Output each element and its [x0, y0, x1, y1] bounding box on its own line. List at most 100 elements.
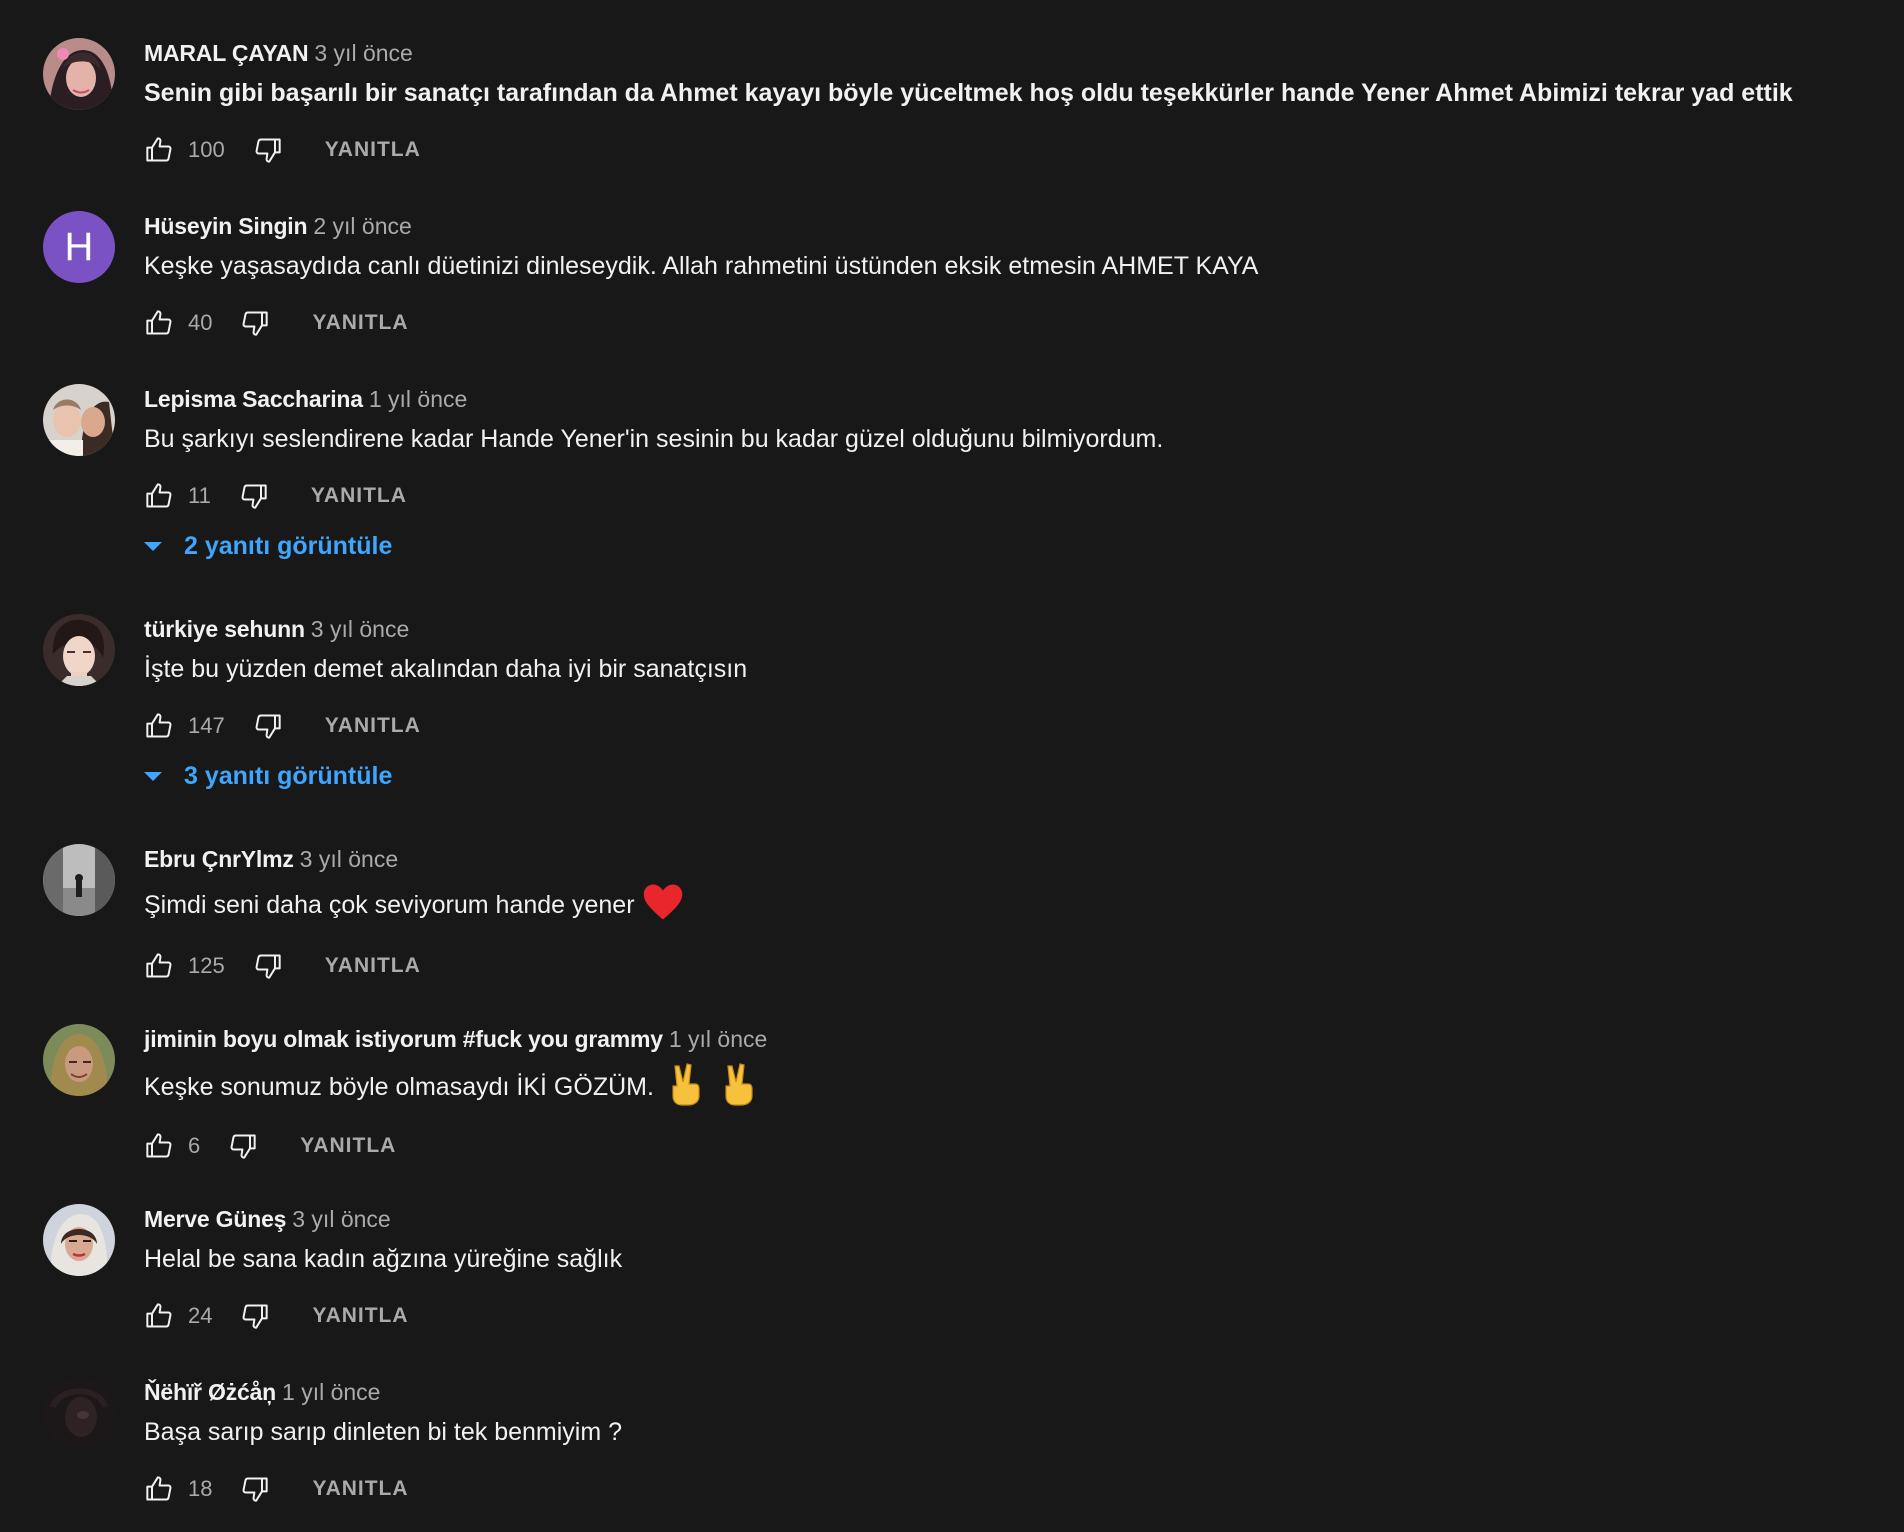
like-button[interactable] — [144, 481, 174, 511]
view-replies-button[interactable]: 3 yanıtı görüntüle — [140, 762, 392, 791]
avatar[interactable] — [43, 1024, 115, 1096]
thumbs-up-icon — [146, 483, 172, 508]
comment-text: Bu şarkıyı seslendirene kadar Hande Yene… — [144, 425, 1164, 453]
like-count: 40 — [188, 310, 213, 335]
reply-button[interactable]: YANITLA — [325, 954, 421, 978]
thumbs-up-icon — [146, 310, 172, 335]
dislike-button[interactable] — [240, 1301, 270, 1331]
comment-actions: 40 YANITLA — [144, 305, 409, 341]
comment-text: Helal be sana kadın ağzına yüreğine sağl… — [144, 1245, 623, 1273]
comment-time[interactable]: 3 yıl önce — [314, 40, 412, 66]
avatar-photo — [43, 1024, 115, 1096]
avatar-photo — [43, 38, 115, 110]
dislike-button[interactable] — [240, 308, 270, 338]
thumbs-up-icon — [146, 1476, 172, 1501]
like-count: 100 — [188, 137, 225, 162]
like-count: 125 — [188, 953, 225, 978]
comment-header: MARAL ÇAYAN 3 yıl önce — [144, 38, 413, 68]
avatar-photo — [43, 614, 115, 686]
author-name[interactable]: Ňëhïř Øżćåņ — [144, 1379, 276, 1405]
comment-text: İşte bu yüzden demet akalından daha iyi … — [144, 655, 748, 683]
dislike-button[interactable] — [253, 951, 283, 981]
comment-time[interactable]: 1 yıl önce — [669, 1026, 767, 1052]
thumbs-down-icon — [255, 138, 281, 163]
reply-button[interactable]: YANITLA — [312, 1477, 408, 1501]
like-count: 24 — [188, 1303, 213, 1328]
dislike-button[interactable] — [253, 711, 283, 741]
thumbs-down-icon — [243, 311, 269, 336]
dislike-button[interactable] — [253, 135, 283, 165]
avatar[interactable] — [43, 1377, 115, 1449]
like-count: 11 — [188, 483, 211, 508]
avatar[interactable]: H — [43, 211, 115, 283]
comment-time[interactable]: 1 yıl önce — [369, 386, 467, 412]
like-count: 147 — [188, 713, 225, 738]
avatar[interactable] — [43, 38, 115, 110]
thumbs-down-icon — [255, 954, 281, 979]
comment-time[interactable]: 3 yıl önce — [292, 1206, 390, 1232]
comment-text: Senin gibi başarılı bir sanatçı tarafınd… — [144, 79, 1793, 107]
view-replies-label: 2 yanıtı görüntüle — [184, 532, 393, 560]
author-name[interactable]: jiminin boyu olmak istiyorum #fuck you g… — [144, 1026, 663, 1052]
like-button[interactable] — [144, 1131, 174, 1161]
comment-actions: 11 YANITLA — [144, 478, 407, 514]
reply-button[interactable]: YANITLA — [325, 138, 421, 162]
comment-text: Şimdi seni daha çok seviyorum hande yene… — [144, 882, 684, 931]
avatar-photo — [43, 1204, 115, 1276]
dislike-button[interactable] — [240, 1474, 270, 1504]
reply-button[interactable]: YANITLA — [300, 1134, 396, 1158]
like-button[interactable] — [144, 308, 174, 338]
dislike-button[interactable] — [228, 1131, 258, 1161]
reply-button[interactable]: YANITLA — [312, 311, 408, 335]
comment-header: türkiye sehunn 3 yıl önce — [144, 614, 409, 644]
avatar[interactable] — [43, 384, 115, 456]
heart-emoji — [642, 882, 684, 931]
comment-time[interactable]: 3 yıl önce — [300, 846, 398, 872]
like-button[interactable] — [144, 135, 174, 165]
like-button[interactable] — [144, 1301, 174, 1331]
comment-text: Başa sarıp sarıp dinleten bi tek benmiyi… — [144, 1418, 623, 1446]
reply-button[interactable]: YANITLA — [325, 714, 421, 738]
avatar-letter: H — [64, 224, 94, 269]
comment-header: Ebru ÇnrYlmz 3 yıl önce — [144, 844, 398, 874]
comment-time[interactable]: 3 yıl önce — [311, 616, 409, 642]
like-button[interactable] — [144, 711, 174, 741]
comment-header: Merve Güneş 3 yıl önce — [144, 1204, 391, 1234]
comment-actions: 147 YANITLA — [144, 708, 421, 744]
author-name[interactable]: Ebru ÇnrYlmz — [144, 846, 294, 872]
dislike-button[interactable] — [239, 481, 269, 511]
author-name[interactable]: Hüseyin Singin — [144, 213, 308, 239]
like-count: 6 — [188, 1133, 201, 1158]
comment-actions: 24 YANITLA — [144, 1298, 409, 1334]
like-count: 18 — [188, 1476, 213, 1501]
thumbs-up-icon — [146, 1303, 172, 1328]
comment-time[interactable]: 1 yıl önce — [282, 1379, 380, 1405]
comment-header: Lepisma Saccharina 1 yıl önce — [144, 384, 467, 414]
comment-text-body: Keşke sonumuz böyle olmasaydı İKİ GÖZÜM. — [144, 1073, 654, 1102]
victory-hand-emoji — [665, 1062, 705, 1115]
thumbs-down-icon — [243, 1304, 269, 1329]
like-button[interactable] — [144, 951, 174, 981]
thumbs-down-icon — [241, 484, 267, 509]
avatar-photo — [43, 1377, 115, 1449]
reply-button[interactable]: YANITLA — [312, 1304, 408, 1328]
author-name[interactable]: Lepisma Saccharina — [144, 386, 363, 412]
comment-actions: 6 YANITLA — [144, 1128, 396, 1164]
avatar[interactable] — [43, 1204, 115, 1276]
avatar[interactable] — [43, 614, 115, 686]
view-replies-button[interactable]: 2 yanıtı görüntüle — [140, 532, 392, 561]
thumbs-up-icon — [146, 137, 172, 162]
comment-header: Hüseyin Singin 2 yıl önce — [144, 211, 412, 241]
avatar[interactable] — [43, 844, 115, 916]
author-name[interactable]: Merve Güneş — [144, 1206, 286, 1232]
author-name[interactable]: türkiye sehunn — [144, 616, 305, 642]
author-name[interactable]: MARAL ÇAYAN — [144, 40, 309, 66]
comment-time[interactable]: 2 yıl önce — [313, 213, 411, 239]
heart-icon — [643, 884, 682, 920]
victory-hand-icon — [672, 1063, 700, 1106]
thumbs-up-icon — [146, 713, 172, 738]
like-button[interactable] — [144, 1474, 174, 1504]
comment-header: Ňëhïř Øżćåņ 1 yıl önce — [144, 1377, 380, 1407]
thumbs-down-icon — [230, 1134, 256, 1159]
reply-button[interactable]: YANITLA — [311, 484, 407, 508]
